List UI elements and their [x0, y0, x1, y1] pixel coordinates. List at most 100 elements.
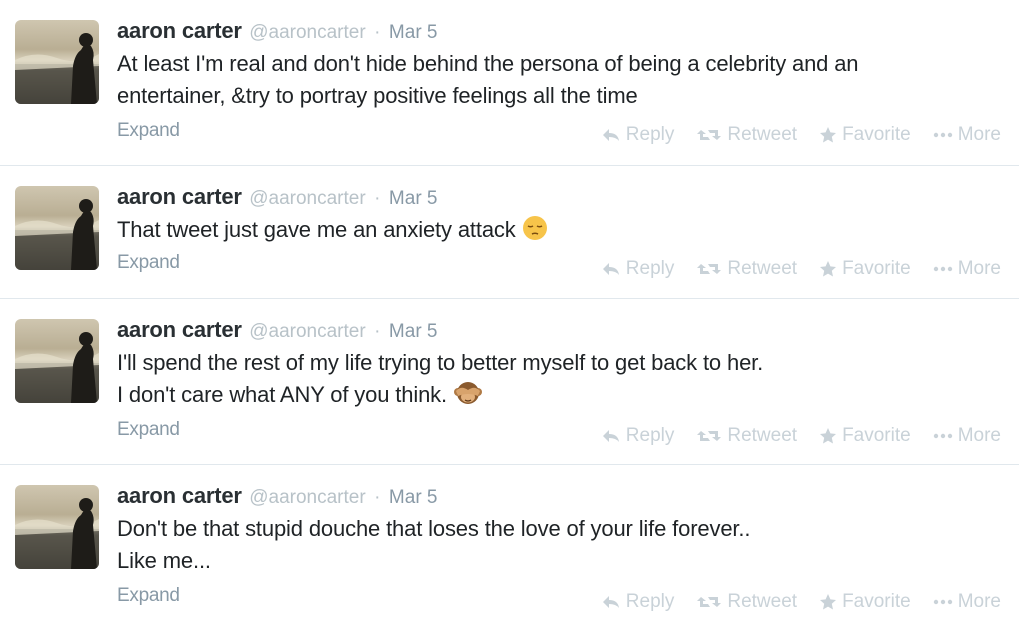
tweet-fullname[interactable]: aaron carter: [117, 18, 242, 43]
tweet[interactable]: aaron carter @aaroncarter · Mar 5 I'll s…: [0, 299, 1019, 465]
tweet-timestamp[interactable]: Mar 5: [389, 22, 438, 43]
tweet-text-line: At least I'm real and don't hide behind …: [117, 51, 859, 76]
tweet-fullname[interactable]: aaron carter: [117, 483, 242, 508]
ellipsis-icon: [933, 132, 952, 138]
expand-link[interactable]: Expand: [117, 585, 180, 607]
reply-arrow-icon: [602, 596, 619, 608]
star-icon: [820, 594, 837, 610]
tweet-fullname[interactable]: aaron carter: [117, 184, 242, 209]
tweet-text-line: Don't be that stupid douche that loses t…: [117, 516, 751, 541]
favorite-label: Favorite: [842, 425, 911, 446]
tweet-timeline: aaron carter @aaroncarter · Mar 5 At lea…: [0, 0, 1019, 620]
favorite-label: Favorite: [842, 258, 911, 279]
tweet[interactable]: aaron carter @aaroncarter · Mar 5 At lea…: [0, 0, 1019, 166]
retweet-button[interactable]: Retweet: [696, 591, 797, 613]
tweet[interactable]: aaron carter @aaroncarter · Mar 5 Don't …: [0, 465, 1019, 620]
more-button[interactable]: More: [933, 591, 1001, 613]
favorite-button[interactable]: Favorite: [819, 258, 911, 280]
tweet-timestamp[interactable]: Mar 5: [389, 487, 438, 508]
tweet-actions: Reply Retweet Favorite More: [601, 591, 1001, 613]
tweet-header: aaron carter @aaroncarter · Mar 5: [117, 315, 438, 348]
tweet-actions: Reply Retweet Favorite More: [601, 124, 1001, 146]
reply-arrow-icon: [602, 263, 619, 275]
tweet-fullname[interactable]: aaron carter: [117, 317, 242, 342]
more-button[interactable]: More: [933, 258, 1001, 280]
retweet-arrows-icon: [697, 597, 722, 607]
more-label: More: [957, 258, 1001, 279]
ellipsis-icon: [933, 433, 952, 439]
favorite-label: Favorite: [842, 124, 911, 145]
reply-label: Reply: [625, 124, 675, 145]
avatar[interactable]: [15, 186, 99, 270]
retweet-button[interactable]: Retweet: [696, 124, 797, 146]
retweet-arrows-icon: [697, 431, 722, 441]
reply-button[interactable]: Reply: [601, 124, 675, 146]
star-icon: [820, 428, 837, 444]
tweet-text: I'll spend the rest of my life trying to…: [117, 347, 1007, 415]
avatar-photo: [15, 199, 99, 270]
tweet[interactable]: aaron carter @aaroncarter · Mar 5 That t…: [0, 166, 1019, 299]
tweet-text-content: I don't care what ANY of you think.: [117, 382, 447, 407]
retweet-arrows-icon: [697, 264, 722, 274]
retweet-button[interactable]: Retweet: [696, 258, 797, 280]
tweet-text: That tweet just gave me an anxiety attac…: [117, 214, 1007, 250]
star-icon: [820, 127, 837, 143]
more-label: More: [957, 591, 1001, 612]
more-label: More: [957, 425, 1001, 446]
retweet-button[interactable]: Retweet: [696, 425, 797, 447]
tweet-text-line: I don't care what ANY of you think.: [117, 379, 1007, 415]
header-separator: ·: [374, 487, 381, 508]
retweet-label: Retweet: [727, 258, 798, 279]
reply-button[interactable]: Reply: [601, 425, 674, 447]
avatar[interactable]: [15, 319, 99, 403]
see-no-evil-monkey-emoji: [453, 380, 483, 415]
reply-button[interactable]: Reply: [601, 258, 675, 280]
tweet-username[interactable]: @aaroncarter: [249, 22, 365, 43]
tweet-timestamp[interactable]: Mar 5: [389, 188, 438, 209]
reply-arrow-icon: [602, 129, 619, 141]
tweet-username[interactable]: @aaroncarter: [249, 321, 365, 342]
tweet-username[interactable]: @aaroncarter: [249, 487, 365, 508]
reply-label: Reply: [625, 258, 675, 279]
favorite-label: Favorite: [842, 591, 911, 612]
avatar-photo: [15, 498, 99, 569]
tweet-text-line: entertainer, &try to portray positive fe…: [117, 83, 638, 108]
retweet-arrows-icon: [697, 130, 722, 140]
pensive-face-emoji: [522, 215, 548, 250]
reply-arrow-icon: [602, 430, 619, 442]
ellipsis-icon: [933, 266, 952, 272]
tweet-header: aaron carter @aaroncarter · Mar 5: [117, 182, 438, 215]
header-separator: ·: [374, 321, 381, 342]
more-button[interactable]: More: [933, 425, 1001, 447]
tweet-text-content: That tweet just gave me an anxiety attac…: [117, 217, 516, 242]
favorite-button[interactable]: Favorite: [819, 425, 911, 447]
tweet-header: aaron carter @aaroncarter · Mar 5: [117, 16, 438, 49]
tweet-text-line: That tweet just gave me an anxiety attac…: [117, 214, 1007, 250]
favorite-button[interactable]: Favorite: [819, 124, 911, 146]
header-separator: ·: [374, 188, 381, 209]
tweet-header: aaron carter @aaroncarter · Mar 5: [117, 481, 438, 514]
header-separator: ·: [374, 22, 381, 43]
tweet-text-line: I'll spend the rest of my life trying to…: [117, 350, 764, 375]
expand-link[interactable]: Expand: [117, 419, 180, 441]
retweet-label: Retweet: [727, 124, 798, 145]
tweet-text-line: Like me...: [117, 548, 211, 573]
expand-link[interactable]: Expand: [117, 120, 180, 142]
reply-label: Reply: [625, 591, 675, 612]
expand-link[interactable]: Expand: [117, 252, 180, 274]
tweet-actions: Reply Retweet Favorite More: [601, 258, 1001, 280]
tweet-text: At least I'm real and don't hide behind …: [117, 48, 1007, 112]
avatar-photo: [15, 332, 99, 403]
avatar[interactable]: [15, 485, 99, 569]
star-icon: [820, 261, 837, 277]
avatar[interactable]: [15, 20, 99, 104]
avatar-photo: [15, 33, 99, 104]
tweet-text: Don't be that stupid douche that loses t…: [117, 513, 1007, 577]
more-button[interactable]: More: [933, 124, 1001, 146]
favorite-button[interactable]: Favorite: [819, 591, 911, 613]
tweet-timestamp[interactable]: Mar 5: [389, 321, 438, 342]
tweet-actions: Reply Retweet Favorite More: [601, 425, 1001, 447]
ellipsis-icon: [933, 599, 952, 605]
tweet-username[interactable]: @aaroncarter: [249, 188, 365, 209]
reply-button[interactable]: Reply: [601, 591, 675, 613]
